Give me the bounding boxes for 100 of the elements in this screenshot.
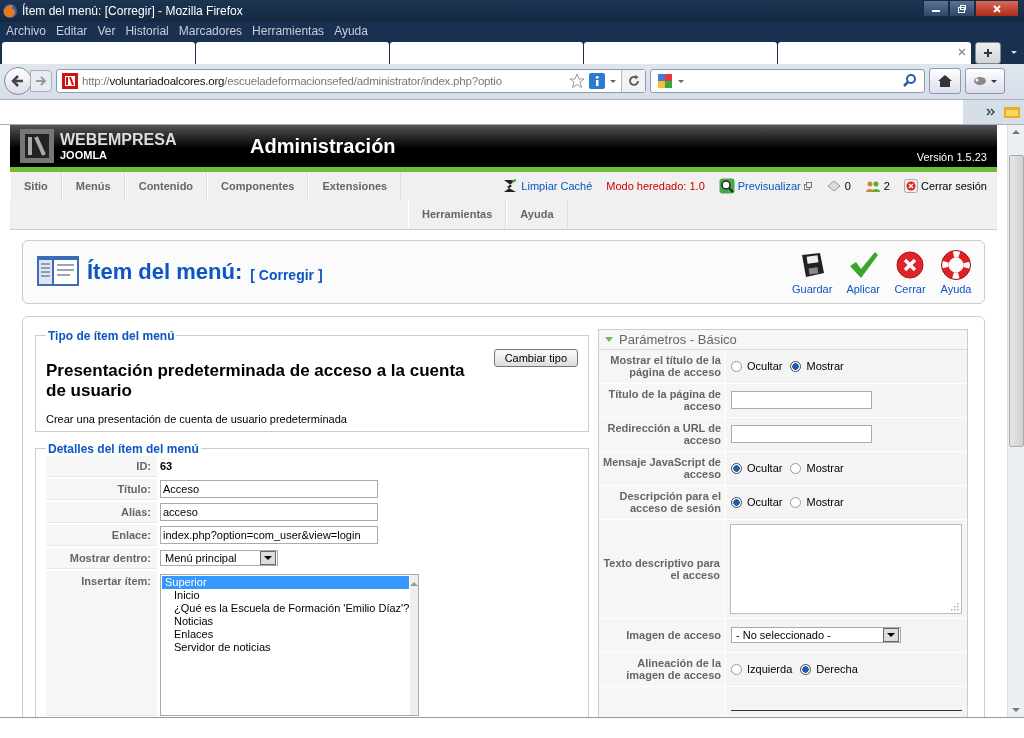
- list-option[interactable]: Inicio: [162, 588, 410, 602]
- resize-grip-icon[interactable]: [951, 602, 959, 611]
- browser-tab[interactable]: [584, 41, 778, 64]
- search-field[interactable]: [650, 69, 925, 94]
- list-option[interactable]: Servidor de noticias: [162, 640, 410, 654]
- scrollbar[interactable]: [1007, 124, 1024, 717]
- radio-button[interactable]: [731, 462, 742, 474]
- admin-menu-item[interactable]: Menús: [61, 171, 125, 200]
- text-field[interactable]: Acceso: [160, 480, 378, 499]
- dropdown[interactable]: Menú principal: [160, 550, 278, 567]
- menu-item[interactable]: Marcadores: [178, 23, 243, 38]
- page-title: Ítem del menú:: [87, 258, 243, 285]
- change-type-button[interactable]: Cambiar tipo: [493, 348, 578, 367]
- radio-label: Mostrar: [806, 496, 844, 509]
- list-option[interactable]: Noticias: [162, 614, 410, 628]
- close-button[interactable]: [975, 0, 1019, 17]
- radio-button[interactable]: [790, 496, 802, 508]
- admin-menu-item[interactable]: Herramientas: [408, 199, 507, 229]
- toolbar-button[interactable]: Aplicar: [840, 248, 886, 295]
- menu-item[interactable]: Ayuda: [334, 23, 368, 38]
- radio-label: Mostrar: [806, 360, 844, 373]
- close-icon: [992, 3, 1002, 14]
- radio-label: Mostrar: [806, 462, 844, 475]
- field-label: ID:: [46, 455, 157, 477]
- radio-label: Ocultar: [747, 360, 783, 373]
- field-label: Título:: [46, 478, 157, 500]
- logo-icon: [20, 128, 54, 163]
- panel-header[interactable]: Parámetros - Básico: [599, 329, 967, 350]
- listbox[interactable]: Superior Inicio ¿Qué es la Escuela de Formación 'Emilio Díaz'? Noticias Enlaces Servidor de noticias: [160, 573, 419, 716]
- toolbar-button[interactable]: Cerrar: [888, 248, 932, 295]
- text-field[interactable]: [731, 391, 872, 410]
- browser-tab[interactable]: [778, 41, 972, 64]
- close-icon[interactable]: [958, 47, 967, 56]
- toolbar-button[interactable]: Ayuda: [934, 248, 978, 295]
- field-label: Alías:: [46, 501, 157, 523]
- menu-item[interactable]: Herramientas: [252, 23, 325, 38]
- toolbar-button[interactable]: Guardar: [786, 248, 839, 295]
- star-icon[interactable]: [569, 73, 585, 90]
- fieldset-legend: Detalles del ítem del menú: [46, 441, 201, 456]
- forward-arrow-icon: [35, 75, 47, 88]
- admin-menu-item[interactable]: Ayuda: [506, 199, 568, 229]
- reload-button[interactable]: [621, 70, 645, 93]
- minimize-button[interactable]: [923, 0, 949, 17]
- menu-item[interactable]: Ver: [97, 23, 116, 38]
- caret-icon[interactable]: [609, 77, 617, 86]
- caret-icon[interactable]: [677, 77, 685, 86]
- text-field[interactable]: acceso: [160, 503, 378, 522]
- back-button[interactable]: [4, 67, 32, 96]
- parameter-label: Descripción para el acceso de sesión: [618, 490, 721, 515]
- admin-menu-item[interactable]: Extensiones: [308, 171, 402, 200]
- chevron-icon[interactable]: [986, 107, 996, 116]
- parameter-label: Imagen de acceso: [626, 629, 721, 642]
- menu-item[interactable]: Archivo: [6, 23, 46, 38]
- text-field[interactable]: [731, 425, 872, 444]
- info-icon[interactable]: [589, 73, 605, 90]
- radio-button[interactable]: [731, 496, 742, 508]
- menu-item[interactable]: Editar: [56, 23, 88, 38]
- admin-menu-item[interactable]: Sitio: [10, 171, 62, 200]
- browser-tab[interactable]: [2, 41, 196, 64]
- new-tab-button[interactable]: [975, 41, 1002, 64]
- admin-title: Administración: [250, 134, 396, 158]
- address-field[interactable]: http://voluntariadoalcores.org/escueladeformacionsefed/administrator/index.php?optio: [56, 69, 646, 94]
- radio-button[interactable]: [731, 663, 742, 675]
- scroll-down-icon[interactable]: [1012, 707, 1020, 713]
- home-button[interactable]: [929, 68, 961, 95]
- radio-button[interactable]: [790, 462, 802, 474]
- list-option[interactable]: ¿Qué es la Escuela de Formación 'Emilio Díaz'?: [162, 601, 410, 615]
- window-title: Ítem del menú: [Corregir] - Mozilla Firefox: [22, 4, 244, 18]
- legacy-mode-label: Modo heredado: 1.0: [606, 179, 705, 192]
- text-field[interactable]: index.php?option=com_user&view=login: [160, 526, 378, 545]
- browser-tab[interactable]: [390, 41, 584, 64]
- radio-button[interactable]: [800, 663, 812, 675]
- menu-item[interactable]: Historial: [125, 23, 169, 38]
- brand-subtitle: JOOMLA: [60, 148, 109, 161]
- scroll-up-icon[interactable]: [1012, 128, 1020, 135]
- dropdown[interactable]: - No seleccionado -: [731, 627, 901, 644]
- radio-label: Izquierda: [747, 663, 793, 676]
- parameter-label: Mostrar el título de la página de acceso: [609, 354, 721, 379]
- google-icon: [657, 73, 673, 90]
- caret-icon: [990, 77, 998, 86]
- plus-icon: [983, 47, 994, 58]
- cancel-icon: [894, 248, 926, 281]
- caret-icon: [264, 554, 272, 563]
- clear-cache-link[interactable]: Limpiar Caché: [521, 179, 593, 192]
- preview-link[interactable]: Previsualizar: [737, 179, 801, 192]
- list-option[interactable]: Enlaces: [162, 627, 410, 641]
- radio-button[interactable]: [731, 360, 742, 372]
- caret-icon: [887, 631, 895, 640]
- restore-button[interactable]: [949, 0, 975, 17]
- parameter-label: Texto descriptivo para el acceso: [602, 556, 720, 581]
- logout-link[interactable]: Cerrar sesión: [920, 179, 987, 192]
- users-count: 2: [883, 179, 890, 192]
- magnifier-icon: [718, 177, 735, 194]
- field-label: Enlace:: [46, 524, 157, 546]
- brand-name: WEBEMPRESA: [60, 130, 177, 149]
- radio-button[interactable]: [790, 360, 802, 372]
- admin-menu-item[interactable]: Contenido: [124, 171, 208, 200]
- browser-tab[interactable]: [196, 41, 390, 64]
- admin-menu-item[interactable]: Componentes: [207, 171, 309, 200]
- site-icon: [62, 73, 78, 90]
